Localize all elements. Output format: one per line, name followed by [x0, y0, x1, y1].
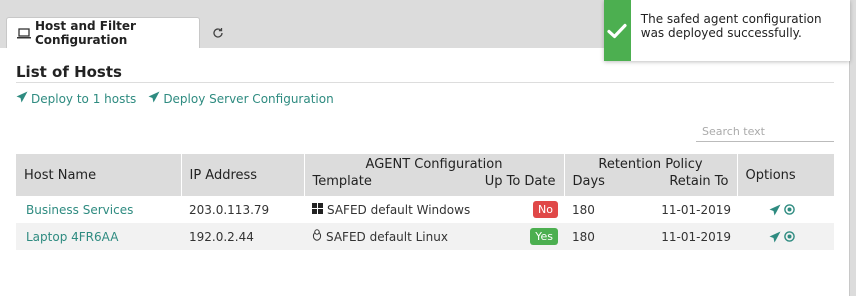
tab-host-filter-config[interactable]: Host and Filter Configuration: [6, 17, 200, 48]
windows-icon: [312, 202, 323, 217]
deploy-icon[interactable]: [769, 231, 781, 243]
col-header-agent-config: AGENT Configuration Template Up To Date: [304, 154, 565, 196]
agent-config-title: AGENT Configuration: [365, 157, 503, 172]
days-cell: 180: [572, 202, 595, 217]
host-link[interactable]: Business Services: [26, 203, 133, 217]
template-name: SAFED default Linux: [326, 229, 448, 244]
main-panel: List of Hosts Deploy to 1 hosts Deploy S…: [0, 48, 850, 296]
deploy-icon[interactable]: [769, 204, 781, 216]
col-header-template[interactable]: Template: [313, 174, 372, 189]
tab-label: Host and Filter Configuration: [35, 19, 136, 47]
retention-policy-title: Retention Policy: [598, 157, 703, 172]
view-icon[interactable]: [784, 231, 795, 242]
retain-to-cell: 11-01-2019: [661, 202, 731, 217]
ip-cell: 192.0.2.44: [181, 223, 304, 250]
laptop-icon: [17, 27, 31, 39]
table-row: Laptop 4FR6AA 192.0.2.44 SAFED default L…: [16, 223, 834, 250]
deploy-hosts-link[interactable]: Deploy to 1 hosts: [16, 91, 136, 106]
search-input[interactable]: [696, 122, 834, 142]
linux-icon: [312, 229, 322, 244]
deploy-server-config-link[interactable]: Deploy Server Configuration: [148, 91, 334, 106]
col-header-options: Options: [737, 154, 835, 196]
hosts-table: Host Name IP Address AGENT Configuration…: [16, 154, 835, 250]
refresh-icon: [212, 27, 224, 39]
ip-cell: 203.0.113.79: [181, 196, 304, 223]
retain-to-cell: 11-01-2019: [661, 229, 731, 244]
col-header-retention-policy: Retention Policy Days Retain To: [564, 154, 738, 196]
view-icon[interactable]: [784, 204, 795, 215]
refresh-tab[interactable]: [203, 17, 233, 48]
host-link[interactable]: Laptop 4FR6AA: [26, 230, 118, 244]
template-name: SAFED default Windows: [327, 202, 471, 217]
table-header-row: Host Name IP Address AGENT Configuration…: [16, 154, 835, 196]
success-toast[interactable]: The safed agent configuration was deploy…: [604, 0, 850, 61]
paper-plane-icon: [16, 91, 28, 106]
paper-plane-icon: [148, 91, 160, 106]
status-badge: Yes: [530, 228, 558, 245]
days-cell: 180: [572, 229, 595, 244]
col-header-retain-to[interactable]: Retain To: [669, 174, 728, 189]
status-badge: No: [533, 201, 558, 218]
col-header-up-to-date[interactable]: Up To Date: [485, 174, 556, 189]
col-header-host-name[interactable]: Host Name: [16, 154, 182, 196]
col-header-days[interactable]: Days: [573, 174, 605, 189]
action-links: Deploy to 1 hosts Deploy Server Configur…: [16, 91, 334, 106]
checkmark-icon: [604, 0, 631, 61]
divider: [16, 82, 834, 83]
page-title: List of Hosts: [16, 63, 122, 81]
deploy-hosts-label: Deploy to 1 hosts: [31, 91, 137, 106]
table-row: Business Services 203.0.113.79 SAFED def…: [16, 196, 834, 223]
toast-message: The safed agent configuration was deploy…: [640, 12, 822, 40]
col-header-ip-address[interactable]: IP Address: [181, 154, 305, 196]
deploy-server-label: Deploy Server Configuration: [163, 91, 334, 106]
